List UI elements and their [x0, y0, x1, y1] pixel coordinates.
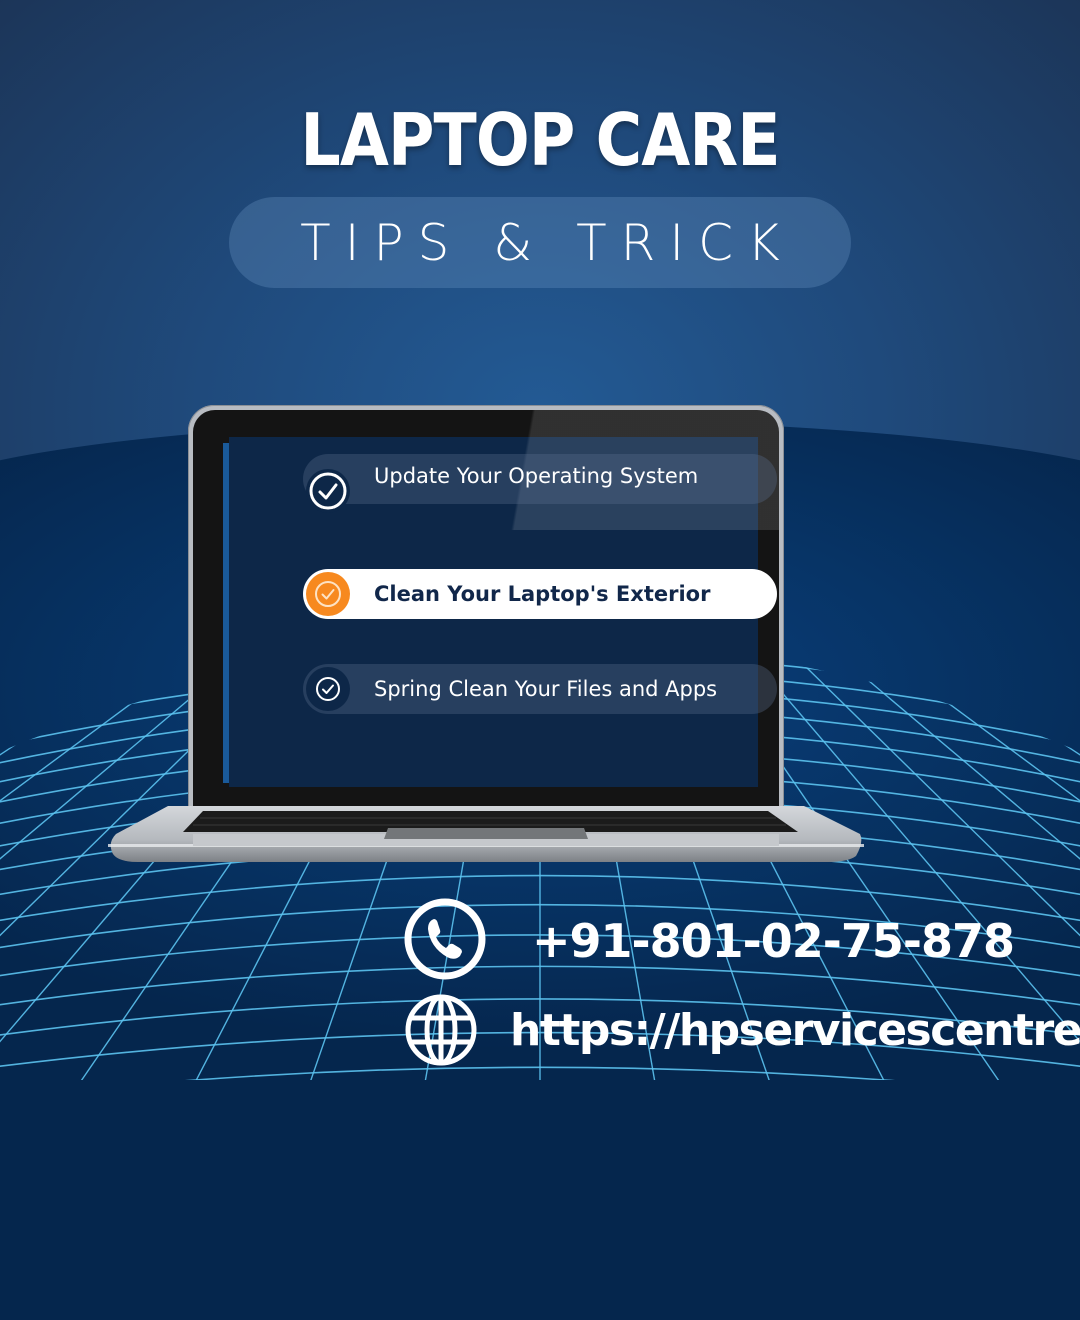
tip-label: Update Your Operating System — [374, 464, 699, 488]
page-title: LAPTOP CARE — [300, 98, 780, 182]
website-link[interactable]: https://hpservicescentre.in/ — [510, 1005, 1080, 1056]
subtitle: TIPS & TRICK — [300, 213, 794, 272]
trackpad — [384, 828, 588, 839]
check-circle-icon — [306, 572, 350, 616]
phone-number[interactable]: +91-801-02-75-878 — [532, 914, 1015, 968]
tip-label: Clean Your Laptop's Exterior — [374, 582, 711, 606]
tip-item-spring-clean: Spring Clean Your Files and Apps — [303, 664, 777, 714]
phone-icon — [404, 898, 486, 980]
subtitle-pill: TIPS & TRICK — [229, 197, 851, 288]
check-circle-icon — [306, 667, 350, 711]
tip-label: Spring Clean Your Files and Apps — [374, 677, 718, 701]
globe-icon — [405, 994, 477, 1066]
tip-item-clean-exterior: Clean Your Laptop's Exterior — [303, 569, 777, 619]
tip-item-update-os: Update Your Operating System — [303, 454, 777, 513]
check-circle-icon — [306, 469, 350, 513]
laptop-base — [108, 806, 864, 862]
